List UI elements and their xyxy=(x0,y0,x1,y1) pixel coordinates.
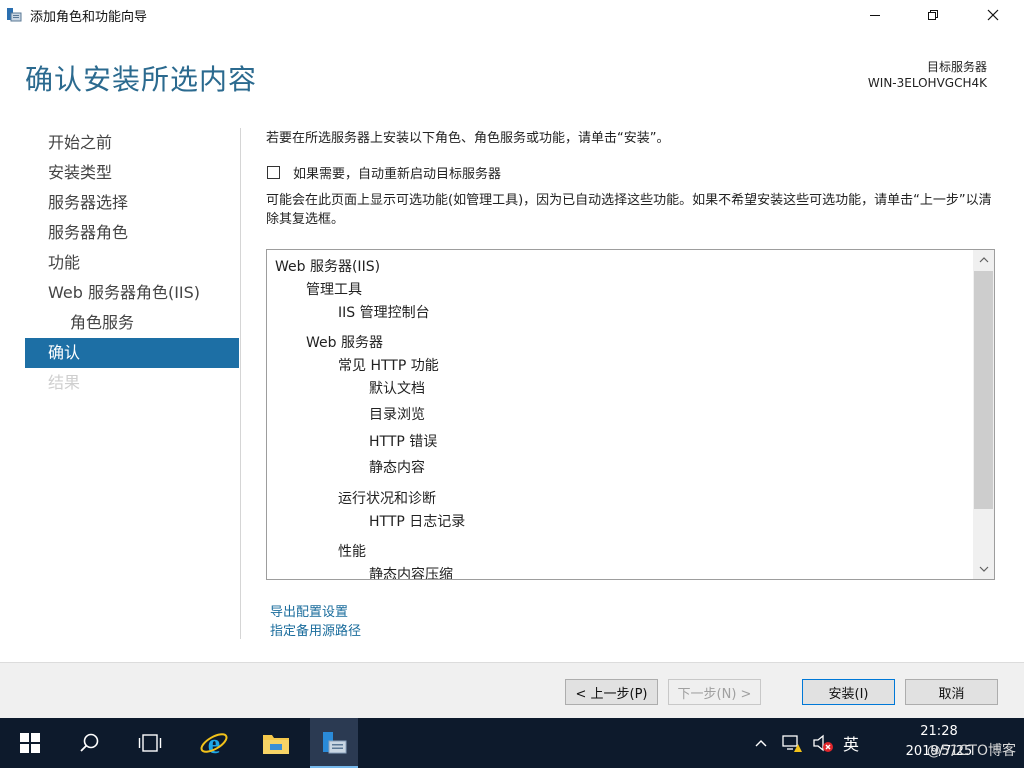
restore-icon xyxy=(928,10,938,20)
search-button[interactable] xyxy=(66,718,114,768)
internet-explorer-icon: e xyxy=(200,729,228,758)
list-item: 静态内容压缩 xyxy=(369,567,453,580)
list-item: 运行状况和诊断 xyxy=(338,491,436,507)
server-manager-icon xyxy=(323,732,347,754)
window-title: 添加角色和功能向导 xyxy=(30,10,148,25)
cancel-button[interactable]: 取消 xyxy=(905,679,998,705)
taskbar: e 英 21:28 2019/7/25 xyxy=(0,718,1024,768)
task-view-button[interactable] xyxy=(126,718,174,768)
close-button[interactable] xyxy=(970,0,1016,30)
step-web-server-role[interactable]: Web 服务器角色(IIS) xyxy=(25,278,239,308)
svg-text:e: e xyxy=(208,729,220,758)
action-center-flag[interactable] xyxy=(779,718,805,768)
next-button: 下一步(N) > xyxy=(668,679,761,705)
install-button[interactable]: 安装(I) xyxy=(802,679,895,705)
network-warning-icon xyxy=(782,735,802,752)
step-confirmation[interactable]: 确认 xyxy=(25,338,239,368)
volume-muted-icon xyxy=(813,734,833,752)
restart-option[interactable]: 如果需要，自动重新启动目标服务器 xyxy=(267,163,501,182)
scroll-up-button[interactable] xyxy=(973,250,994,270)
step-server-roles[interactable]: 服务器角色 xyxy=(25,218,239,248)
step-server-selection[interactable]: 服务器选择 xyxy=(25,188,239,218)
step-results: 结果 xyxy=(48,373,81,392)
restore-button[interactable] xyxy=(910,0,956,30)
input-method-indicator[interactable]: 英 xyxy=(838,718,864,768)
list-item: 管理工具 xyxy=(306,282,362,298)
list-item: 目录浏览 xyxy=(369,407,425,423)
target-server-label: 目标服务器 xyxy=(926,60,987,74)
list-item: 常见 HTTP 功能 xyxy=(338,358,439,374)
internet-explorer-button[interactable]: e xyxy=(190,718,238,768)
minimize-icon xyxy=(870,15,880,16)
step-installation-type[interactable]: 安装类型 xyxy=(25,158,239,188)
folder-icon xyxy=(263,735,289,754)
step-role-services[interactable]: 角色服务 xyxy=(25,308,239,338)
alternate-source-link[interactable]: 指定备用源路径 xyxy=(270,620,361,639)
list-item: 默认文档 xyxy=(369,381,425,397)
selection-list[interactable]: Web 服务器(IIS) 管理工具 IIS 管理控制台 Web 服务器 常见 H… xyxy=(266,249,995,580)
chevron-up-icon xyxy=(979,257,988,263)
windows-logo-icon xyxy=(20,733,40,753)
list-scrollbar[interactable] xyxy=(973,250,994,579)
chevron-up-icon xyxy=(755,740,767,747)
list-item: IIS 管理控制台 xyxy=(338,305,430,321)
file-explorer-button[interactable] xyxy=(252,718,300,768)
list-item: HTTP 日志记录 xyxy=(369,514,466,530)
wizard-window: 添加角色和功能向导 确认安装所选内容 目标服务器 WIN-3ELOHVGCH4K… xyxy=(0,0,1024,719)
step-before-you-begin[interactable]: 开始之前 xyxy=(25,128,239,158)
export-config-link[interactable]: 导出配置设置 xyxy=(270,601,348,620)
sidebar-divider xyxy=(240,128,241,639)
list-item: Web 服务器 xyxy=(306,335,383,351)
page-title: 确认安装所选内容 xyxy=(25,63,258,96)
restart-checkbox[interactable] xyxy=(267,166,280,179)
restart-checkbox-label: 如果需要，自动重新启动目标服务器 xyxy=(293,167,502,182)
intro-text: 若要在所选服务器上安装以下角色、角色服务或功能，请单击“安装”。 xyxy=(266,131,670,146)
server-manager-icon xyxy=(6,7,22,23)
close-icon xyxy=(987,9,999,21)
list-item: 静态内容 xyxy=(369,460,425,476)
optional-features-description: 可能会在此页面上显示可选功能(如管理工具)，因为已自动选择这些功能。如果不希望安… xyxy=(266,193,992,227)
minimize-button[interactable] xyxy=(852,0,898,30)
show-hidden-icons-button[interactable] xyxy=(752,718,770,768)
task-view-icon xyxy=(138,734,162,752)
scroll-down-button[interactable] xyxy=(973,559,994,579)
wizard-footer: < 上一步(P) 下一步(N) > 安装(I) 取消 xyxy=(0,662,1024,719)
list-item: Web 服务器(IIS) xyxy=(275,259,381,275)
watermark: @51CTO博客 xyxy=(926,743,1016,759)
start-button[interactable] xyxy=(6,718,54,768)
list-item: HTTP 错误 xyxy=(369,434,438,450)
search-icon xyxy=(80,733,99,752)
server-manager-taskbar-button[interactable] xyxy=(310,718,358,768)
chevron-down-icon xyxy=(979,566,988,572)
scroll-thumb[interactable] xyxy=(974,271,993,509)
clock-time: 21:28 xyxy=(920,724,958,739)
target-server-name: WIN-3ELOHVGCH4K xyxy=(867,76,987,90)
step-features[interactable]: 功能 xyxy=(25,248,239,278)
volume-button[interactable] xyxy=(810,718,836,768)
title-bar: 添加角色和功能向导 xyxy=(0,0,1024,30)
list-item: 性能 xyxy=(338,544,366,560)
previous-button[interactable]: < 上一步(P) xyxy=(565,679,658,705)
